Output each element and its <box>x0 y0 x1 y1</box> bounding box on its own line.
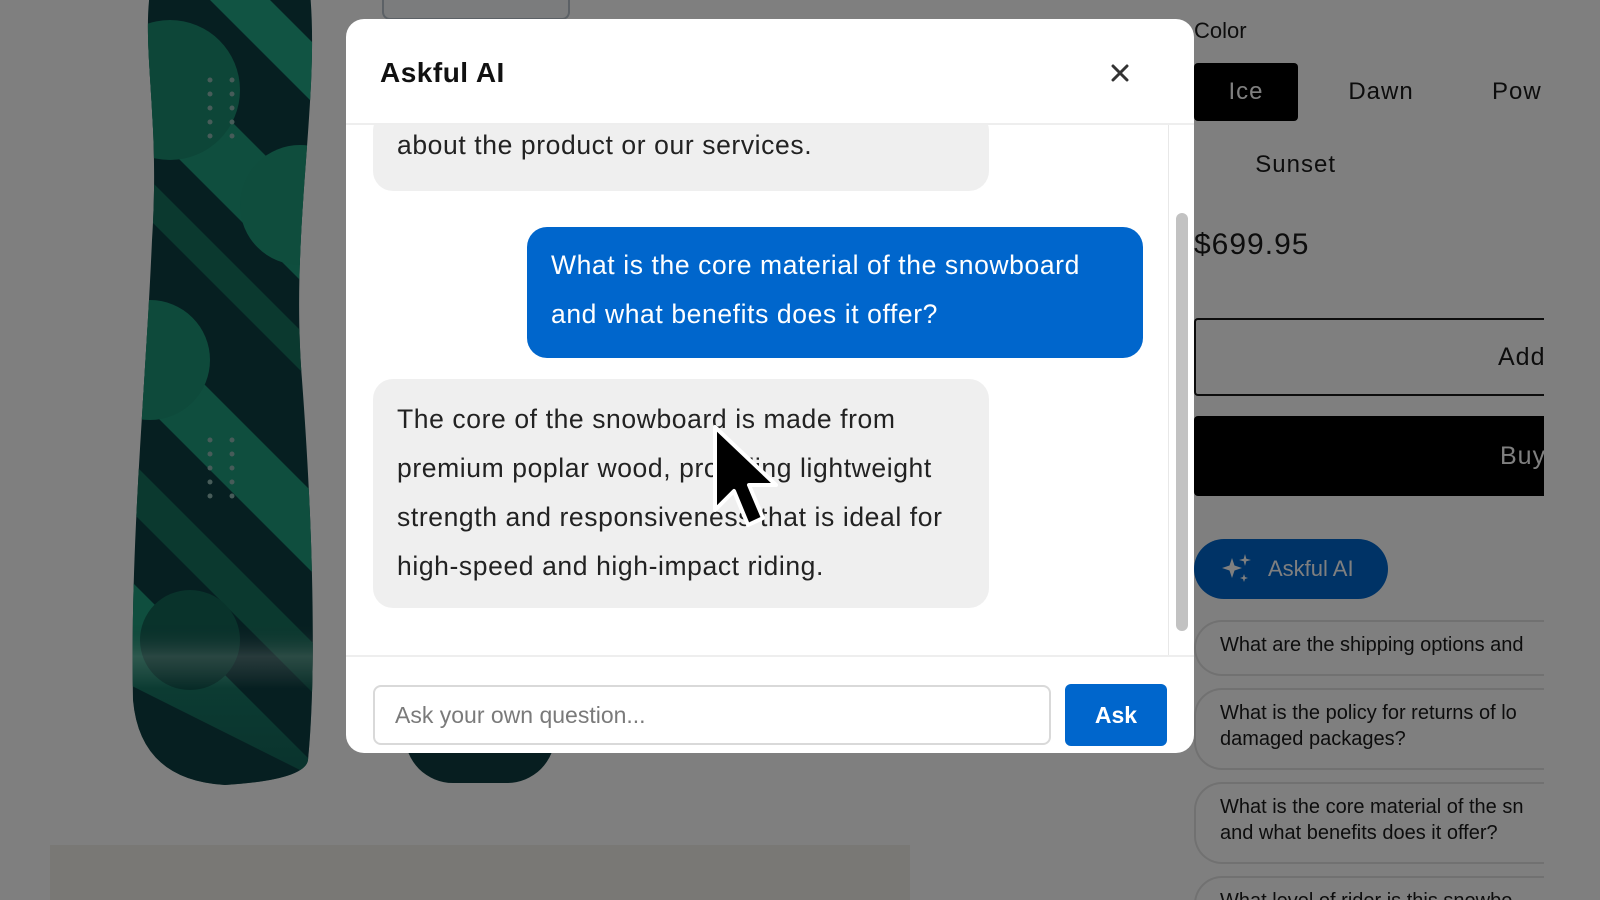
chat-scrollbar-thumb[interactable] <box>1176 213 1188 631</box>
modal-footer: Ask <box>346 655 1194 753</box>
modal-header: Askful AI <box>346 19 1194 125</box>
close-icon <box>1111 64 1129 82</box>
chat-scrollbar[interactable] <box>1168 125 1194 655</box>
ask-button[interactable]: Ask <box>1065 684 1167 746</box>
chat-messages: about the product or our services. What … <box>346 125 1168 655</box>
askful-ai-modal: Askful AI about the product or our servi… <box>346 19 1194 753</box>
question-input[interactable] <box>373 685 1051 745</box>
assistant-message: The core of the snowboard is made from p… <box>373 379 989 608</box>
assistant-message: about the product or our services. <box>373 125 989 191</box>
mouse-pointer-icon <box>713 425 778 527</box>
close-button[interactable] <box>1100 53 1140 93</box>
product-page: Color Ice Dawn Pow Sunset $699.95 Add Bu… <box>0 0 1600 900</box>
modal-title: Askful AI <box>380 57 505 88</box>
user-message: What is the core material of the snowboa… <box>527 227 1143 358</box>
